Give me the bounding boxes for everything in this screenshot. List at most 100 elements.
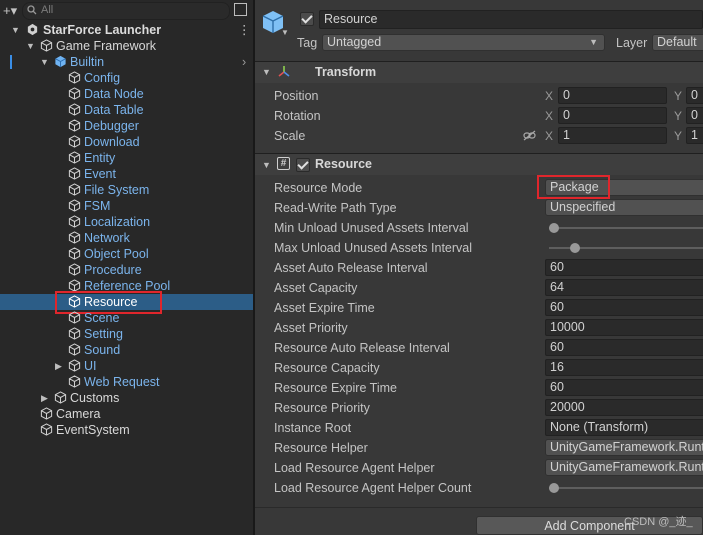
tree-item-scene[interactable]: Scene bbox=[0, 310, 253, 326]
agent-helper-count-slider-handle[interactable] bbox=[549, 483, 559, 493]
object-name-input[interactable]: Resource bbox=[319, 10, 703, 29]
constrain-proportions-icon[interactable] bbox=[523, 130, 536, 141]
tree-item-label: Data Table bbox=[84, 103, 144, 117]
gameobject-icon bbox=[68, 375, 81, 388]
rotation-x-input[interactable]: 0 bbox=[558, 107, 667, 124]
tree-item-data-table[interactable]: Data Table bbox=[0, 102, 253, 118]
tree-item-ui[interactable]: ▶ UI bbox=[0, 358, 253, 374]
tree-item-game-framework[interactable]: ▼ Game Framework bbox=[0, 38, 253, 54]
position-y-input[interactable]: 0 bbox=[686, 87, 703, 104]
min-unload-slider-handle[interactable] bbox=[549, 223, 559, 233]
gameobject-icon bbox=[68, 183, 81, 196]
resource-component-title: Resource bbox=[315, 157, 372, 171]
collapse-arrow-icon[interactable]: ▼ bbox=[262, 160, 271, 170]
tree-item-label: Download bbox=[84, 135, 140, 149]
gameobject-icon bbox=[68, 247, 81, 260]
more-options-icon[interactable]: ⋮ bbox=[238, 22, 251, 38]
resource-helper-dropdown[interactable]: UnityGameFramework.Runti bbox=[545, 439, 703, 456]
agent-helper-count-slider-track[interactable] bbox=[549, 487, 703, 489]
prop-label: Resource Capacity bbox=[274, 361, 380, 375]
tag-dropdown[interactable]: Untagged ▼ bbox=[322, 34, 605, 51]
field-value: 16 bbox=[550, 360, 564, 374]
position-x-input[interactable]: 0 bbox=[558, 87, 667, 104]
prop-label: Asset Priority bbox=[274, 321, 348, 335]
rotation-x-value: 0 bbox=[563, 108, 570, 122]
hierarchy-search-input[interactable]: All bbox=[22, 2, 230, 20]
active-checkbox[interactable] bbox=[300, 12, 314, 26]
asset-expire-time-input[interactable]: 60 bbox=[545, 299, 703, 316]
asset-auto-release-interval-input[interactable]: 60 bbox=[545, 259, 703, 276]
layer-dropdown[interactable]: Default bbox=[652, 34, 703, 51]
tree-item-label: Sound bbox=[84, 343, 121, 357]
prop-label: Resource Mode bbox=[274, 181, 363, 195]
asset-capacity-input[interactable]: 64 bbox=[545, 279, 703, 296]
tree-item-debugger[interactable]: Debugger bbox=[0, 118, 253, 134]
chevron-down-icon: ▼ bbox=[589, 37, 598, 47]
tree-item-entity[interactable]: Entity bbox=[0, 150, 253, 166]
axis-y-label: Y bbox=[674, 109, 683, 123]
expand-arrow-icon[interactable]: ▶ bbox=[55, 358, 65, 374]
scale-x-input[interactable]: 1 bbox=[558, 127, 667, 144]
prop-label: Resource Priority bbox=[274, 401, 370, 415]
gameobject-icon bbox=[68, 215, 81, 228]
position-x-value: 0 bbox=[563, 88, 570, 102]
tree-item-fsm[interactable]: FSM bbox=[0, 198, 253, 214]
tree-item-download[interactable]: Download bbox=[0, 134, 253, 150]
tree-item-label: FSM bbox=[84, 199, 111, 213]
tree-item-procedure[interactable]: Procedure bbox=[0, 262, 253, 278]
tree-item-eventsystem[interactable]: EventSystem bbox=[0, 422, 253, 438]
instance-root-field[interactable]: None (Transform) bbox=[545, 419, 703, 436]
tree-item-localization[interactable]: Localization bbox=[0, 214, 253, 230]
icon-dropdown-arrow-icon[interactable]: ▼ bbox=[281, 28, 289, 37]
tree-item-setting[interactable]: Setting bbox=[0, 326, 253, 342]
resource-auto-release-interval-input[interactable]: 60 bbox=[545, 339, 703, 356]
chevron-right-icon[interactable]: › bbox=[242, 54, 246, 70]
tree-item-builtin[interactable]: ▼ Builtin › bbox=[0, 54, 253, 70]
scale-x-value: 1 bbox=[563, 128, 570, 142]
scale-label: Scale bbox=[274, 129, 306, 143]
asset-priority-input[interactable]: 10000 bbox=[545, 319, 703, 336]
scale-y-input[interactable]: 1 bbox=[686, 127, 703, 144]
min-unload-slider-track[interactable] bbox=[549, 227, 703, 229]
resource-priority-input[interactable]: 20000 bbox=[545, 399, 703, 416]
gameobject-icon bbox=[54, 391, 67, 404]
tree-item-network[interactable]: Network bbox=[0, 230, 253, 246]
tree-item-data-node[interactable]: Data Node bbox=[0, 86, 253, 102]
prop-label: Max Unload Unused Assets Interval bbox=[274, 241, 473, 255]
rotation-y-input[interactable]: 0 bbox=[686, 107, 703, 124]
tree-item-config[interactable]: Config bbox=[0, 70, 253, 86]
tree-item-file-system[interactable]: File System bbox=[0, 182, 253, 198]
expand-arrow-icon[interactable]: ▼ bbox=[40, 54, 50, 70]
rotation-y-value: 0 bbox=[691, 108, 698, 122]
gameobject-icon bbox=[68, 359, 81, 372]
tree-item-camera[interactable]: Camera bbox=[0, 406, 253, 422]
max-unload-slider-handle[interactable] bbox=[570, 243, 580, 253]
field-value: 20000 bbox=[550, 400, 585, 414]
prop-label: Asset Auto Release Interval bbox=[274, 261, 428, 275]
field-value: None (Transform) bbox=[550, 420, 649, 434]
resource-capacity-input[interactable]: 16 bbox=[545, 359, 703, 376]
load-resource-agent-helper-dropdown[interactable]: UnityGameFramework.Runti bbox=[545, 459, 703, 476]
field-value: 64 bbox=[550, 280, 564, 294]
tree-item-customs[interactable]: ▶ Customs bbox=[0, 390, 253, 406]
expand-arrow-icon[interactable]: ▶ bbox=[41, 390, 51, 406]
read-write-path-type-dropdown[interactable]: Unspecified bbox=[545, 199, 703, 216]
tree-item-label: File System bbox=[84, 183, 150, 197]
hierarchy-options-icon[interactable] bbox=[234, 3, 247, 16]
component-enabled-checkbox[interactable] bbox=[296, 158, 310, 172]
expand-arrow-icon[interactable]: ▼ bbox=[26, 38, 36, 54]
resource-expire-time-input[interactable]: 60 bbox=[545, 379, 703, 396]
add-icon[interactable]: +▾ bbox=[3, 3, 17, 19]
tree-root[interactable]: ▼ StarForce Launcher ⋮ bbox=[0, 22, 253, 38]
expand-arrow-icon[interactable]: ▼ bbox=[11, 22, 21, 38]
collapse-arrow-icon[interactable]: ▼ bbox=[262, 67, 271, 77]
tree-item-web-request[interactable]: Web Request bbox=[0, 374, 253, 390]
scale-y-value: 1 bbox=[691, 128, 698, 142]
tree-item-label: Scene bbox=[84, 311, 120, 325]
tree-item-event[interactable]: Event bbox=[0, 166, 253, 182]
tree-item-sound[interactable]: Sound bbox=[0, 342, 253, 358]
field-value: UnityGameFramework.Runti bbox=[550, 440, 703, 454]
tree-item-label: Game Framework bbox=[56, 39, 157, 53]
tree-item-label: UI bbox=[84, 359, 97, 373]
tree-item-object-pool[interactable]: Object Pool bbox=[0, 246, 253, 262]
